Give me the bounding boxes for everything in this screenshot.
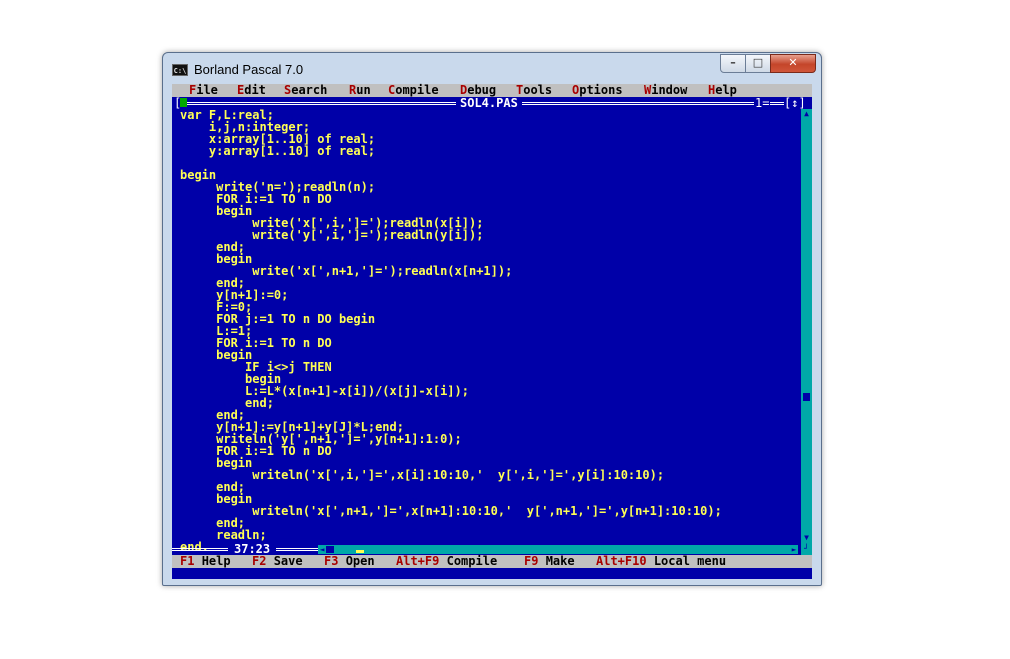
minimize-button[interactable]: – [720,54,746,73]
status-open[interactable]: F3 Open [324,555,375,568]
editor-zoom-icon[interactable]: [↕] [784,97,806,109]
menu-run[interactable]: Run [349,84,371,97]
menu-compile[interactable]: Compile [388,84,439,97]
menu-file[interactable]: File [189,84,218,97]
maximize-button[interactable]: □ [745,54,771,73]
dos-console: File Edit Search Run Compile Debug Tools… [172,84,812,579]
editor-frame-top: [ SOL4.PAS 1= [↕] [172,97,812,109]
horizontal-scrollbar[interactable]: ◄ ► [318,545,798,554]
editor-close-icon[interactable] [180,98,187,107]
close-button[interactable]: ✕ [770,54,816,73]
menu-options[interactable]: Options [572,84,623,97]
menu-help[interactable]: Help [708,84,737,97]
scroll-left-icon[interactable]: ◄ [318,545,326,554]
menu-edit[interactable]: Edit [237,84,266,97]
status-save[interactable]: F2 Save [252,555,303,568]
vertical-scroll-thumb[interactable] [803,393,810,401]
status-help[interactable]: F1 Help [180,555,231,568]
text-cursor [356,550,364,553]
status-local-menu[interactable]: Alt+F10 Local menu [596,555,726,568]
vertical-scrollbar[interactable]: ▲ ▼ [801,109,812,543]
menu-window[interactable]: Window [644,84,687,97]
menu-search[interactable]: Search [284,84,327,97]
status-make[interactable]: F9 Make [524,555,575,568]
editor-window-number: 1= [754,96,771,110]
status-compile[interactable]: Alt+F9 Compile [396,555,497,568]
editor-file-name: SOL4.PAS [456,97,522,109]
menu-tools[interactable]: Tools [516,84,552,97]
scroll-down-icon[interactable]: ▼ [801,533,812,543]
code-editor[interactable]: var F,L:real; i,j,n:integer; x:array[1..… [180,109,798,550]
console-app-icon[interactable]: C:\ [172,64,188,76]
resize-corner-icon[interactable]: ┘ [801,543,812,555]
status-bar: F1 Help F2 Save F3 Open Alt+F9 Compile F… [172,555,812,568]
window-title: Borland Pascal 7.0 [194,62,304,77]
app-window: C:\ Borland Pascal 7.0 – □ ✕ File Edit S… [162,52,822,586]
title-bar[interactable]: C:\ Borland Pascal 7.0 – □ ✕ [163,53,821,85]
scroll-right-icon[interactable]: ► [790,545,798,554]
horizontal-scroll-thumb[interactable] [326,546,334,553]
scroll-up-icon[interactable]: ▲ [801,109,812,119]
